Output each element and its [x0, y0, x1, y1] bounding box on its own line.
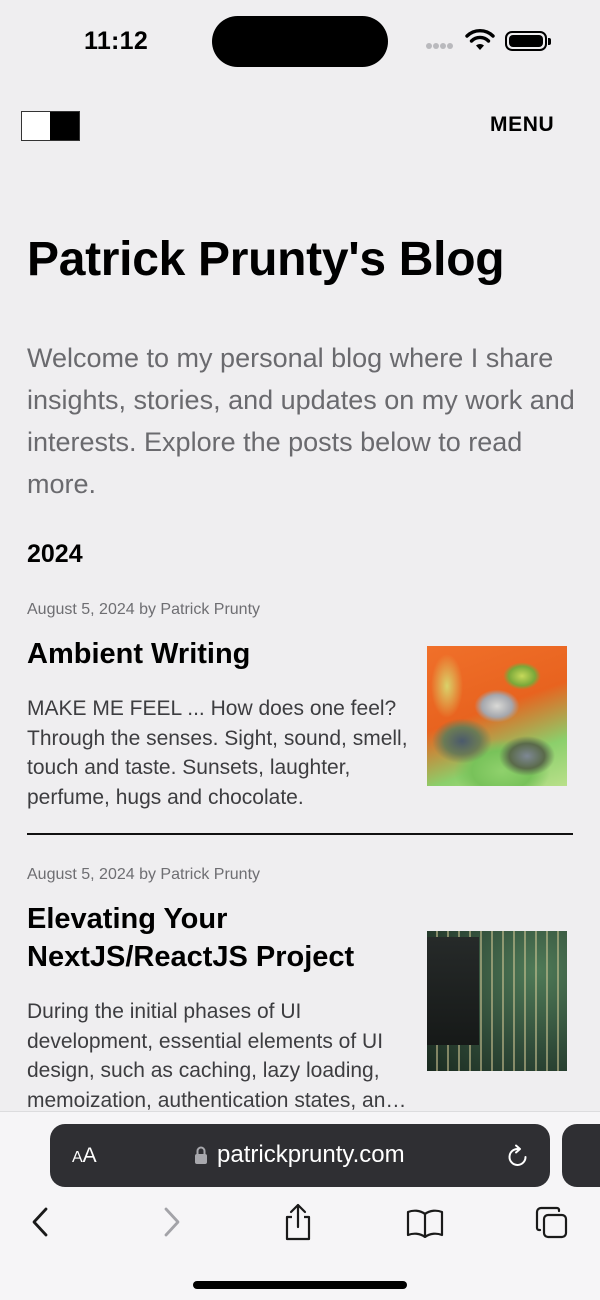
browser-toolbar: AA patrickprunty.com: [0, 1111, 600, 1300]
bookmarks-icon[interactable]: [406, 1208, 444, 1238]
address-bar[interactable]: AA patrickprunty.com: [50, 1124, 550, 1187]
post-excerpt: During the initial phases of UI developm…: [27, 997, 412, 1115]
text-size-large-a: A: [82, 1144, 97, 1167]
share-icon[interactable]: [282, 1202, 314, 1242]
menu-button[interactable]: MENU: [490, 113, 554, 137]
phone-screen: 11:12 MENU Patrick Prunty's Blog Welcome…: [0, 0, 600, 1300]
abstract-art-image[interactable]: [427, 646, 567, 786]
reload-icon[interactable]: [507, 1144, 529, 1168]
post-card[interactable]: August 5, 2024 by Patrick Prunty Elevati…: [27, 866, 573, 1112]
theme-toggle-button[interactable]: [21, 111, 80, 141]
post-excerpt-text: MAKE ME FEEL ... How does one feel? Thro…: [27, 697, 408, 809]
chip-shape: [427, 937, 479, 1045]
url-text[interactable]: patrickprunty.com: [217, 1141, 405, 1169]
year-heading: 2024: [27, 540, 83, 568]
back-icon[interactable]: [28, 1205, 52, 1239]
wifi-icon: [465, 29, 495, 50]
circuit-board-image[interactable]: [427, 931, 567, 1071]
forward-icon[interactable]: [160, 1205, 184, 1239]
lock-icon: [195, 1146, 207, 1164]
status-bar: 11:12: [0, 0, 600, 80]
light-mode-half: [22, 112, 50, 140]
dynamic-island: [212, 16, 388, 67]
text-size-small-a: A: [72, 1149, 83, 1166]
post-title[interactable]: Ambient Writing: [27, 635, 407, 673]
cellular-signal-icon: [426, 43, 454, 61]
post-meta: August 5, 2024 by Patrick Prunty: [27, 866, 261, 883]
post-divider: [27, 833, 573, 835]
post-excerpt-text: During the initial phases of UI developm…: [27, 1000, 398, 1112]
text-size-button[interactable]: AA: [72, 1144, 97, 1168]
battery-icon: [505, 31, 551, 51]
post-meta: August 5, 2024 by Patrick Prunty: [27, 601, 261, 618]
next-tab-preview[interactable]: [562, 1124, 600, 1187]
dark-mode-half: [50, 112, 79, 140]
tabs-icon[interactable]: [535, 1206, 569, 1240]
page-title: Patrick Prunty's Blog: [27, 233, 505, 286]
intro-text: Welcome to my personal blog where I shar…: [27, 343, 575, 499]
home-indicator[interactable]: [193, 1281, 407, 1289]
post-excerpt: MAKE ME FEEL ... How does one feel? Thro…: [27, 694, 412, 812]
post-title[interactable]: Elevating Your NextJS/ReactJS Project: [27, 900, 407, 976]
post-card[interactable]: August 5, 2024 by Patrick Prunty Ambient…: [27, 601, 573, 821]
status-time: 11:12: [84, 27, 149, 55]
